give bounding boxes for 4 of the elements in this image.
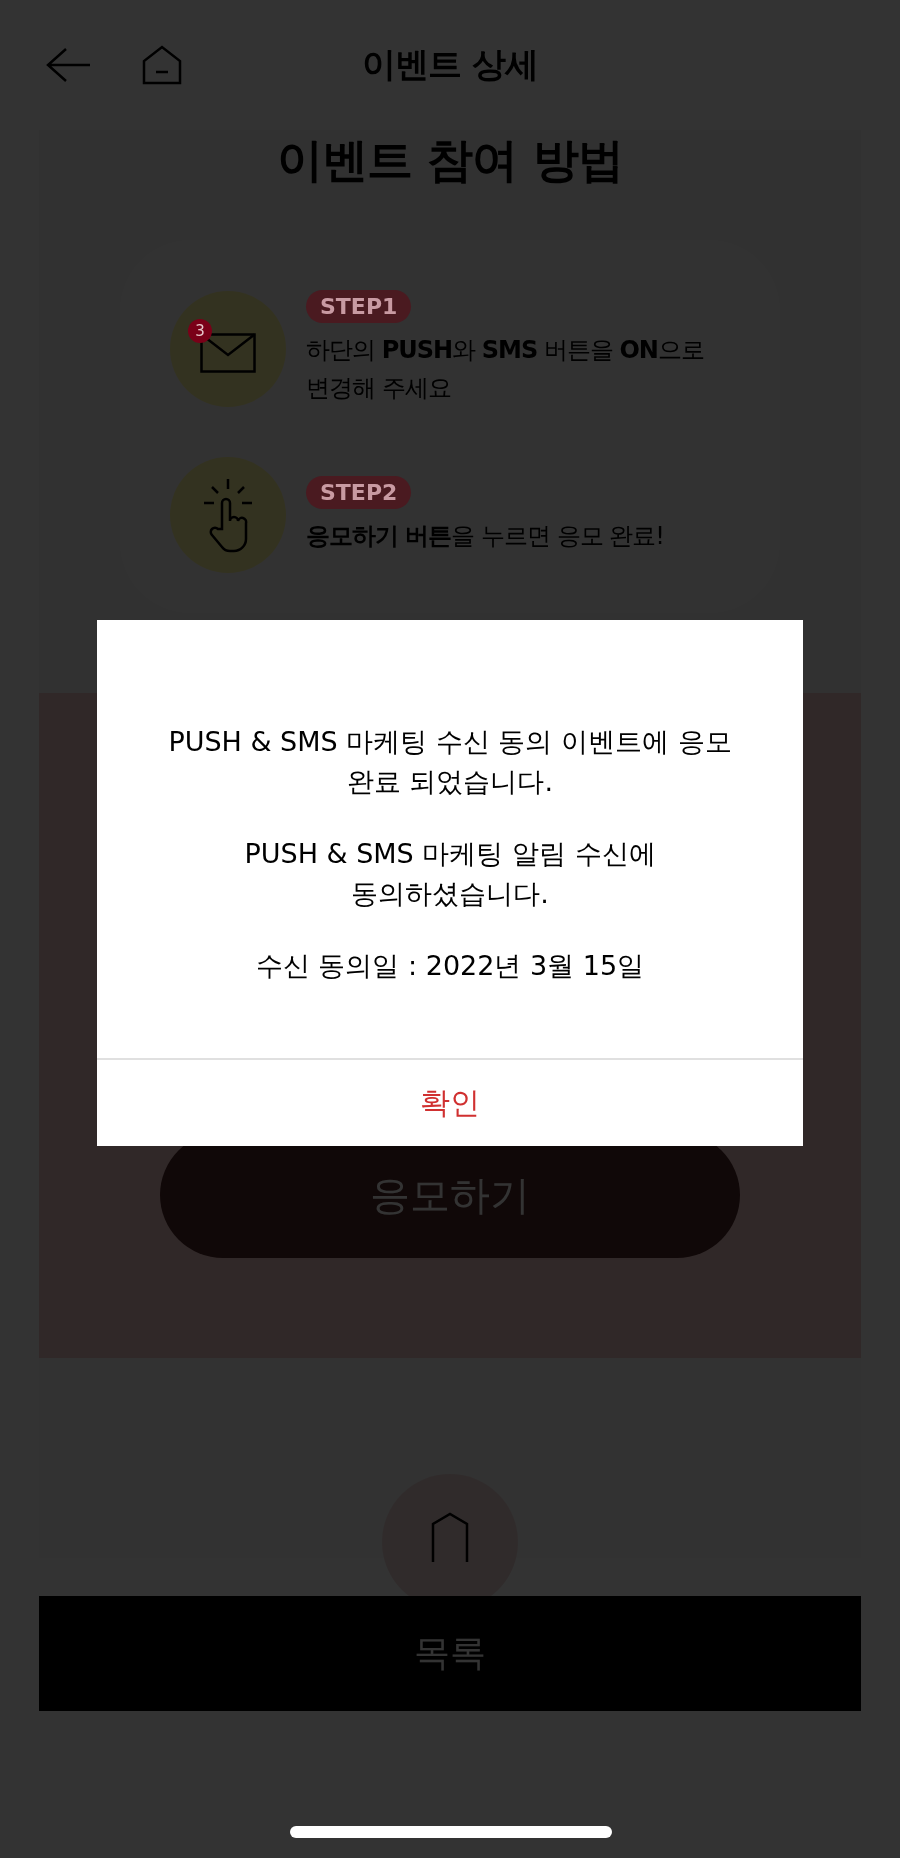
dialog-message: 수신 동의일 : 2022년 3월 15일 [255, 949, 645, 983]
dialog-message: PUSH & SMS 마케팅 수신 동의 이벤트에 응모 완료 되었습니다. [167, 725, 733, 799]
dialog-message: PUSH & SMS 마케팅 알림 수신에 동의하셨습니다. [243, 837, 657, 911]
step-badge: STEP1 [306, 290, 412, 323]
